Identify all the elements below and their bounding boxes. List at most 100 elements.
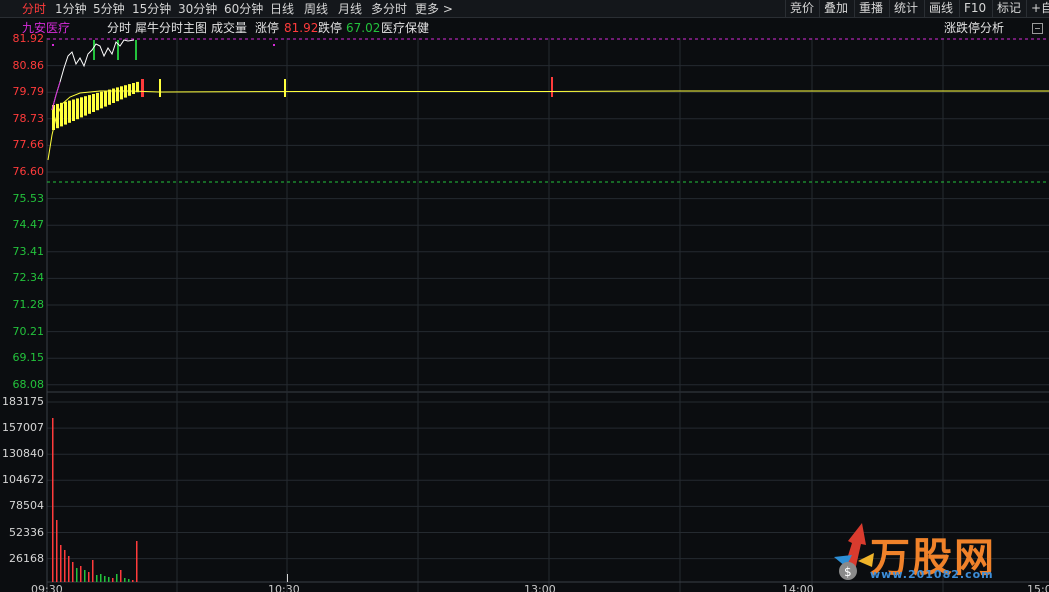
price-lines: [47, 39, 1049, 161]
signal-bar: [116, 87, 119, 102]
volume-bar: [124, 578, 126, 582]
volume-bar: [132, 580, 134, 582]
tab-5min[interactable]: 5分钟: [93, 1, 125, 17]
tab-more[interactable]: 更多 >: [415, 1, 453, 17]
volume-bar: [68, 556, 70, 582]
watermark-url: www.201082.com: [870, 568, 994, 581]
limit-down-label: 跌停: [318, 21, 343, 35]
signal-bar: [72, 99, 75, 121]
signal-bar: [84, 96, 87, 116]
tab-intraday[interactable]: 分时: [22, 1, 46, 17]
signal-bar: [135, 40, 137, 60]
price-tick: 72.34: [12, 271, 45, 285]
volume-bar: [136, 541, 138, 582]
volume-bar: [88, 572, 90, 582]
volume-bar: [92, 560, 94, 582]
signal-bar: [159, 79, 161, 97]
limit-marker: [52, 44, 54, 46]
mode-label: 分时: [107, 21, 132, 35]
signal-bar: [64, 101, 67, 125]
sector-label[interactable]: 医疗保健: [381, 19, 429, 37]
volume-bar: [96, 575, 98, 582]
signal-bar: [104, 90, 107, 107]
limit-up-value: 81.92: [284, 21, 319, 35]
price-tick: 81.92: [12, 32, 45, 45]
tab-15min[interactable]: 15分钟: [132, 1, 171, 17]
volume-bar: [76, 568, 78, 582]
price-tick: 78.73: [12, 111, 45, 125]
volume-tick: 157007: [2, 421, 44, 435]
signal-bar: [80, 97, 83, 118]
add-watchlist-button[interactable]: +自: [1026, 0, 1049, 17]
time-tick: 14:00: [782, 583, 814, 592]
price-tick: 71.28: [12, 298, 45, 311]
volume-bar: [100, 574, 102, 582]
volume-bars: [52, 418, 288, 582]
draw-button[interactable]: 画线: [924, 0, 957, 17]
time-tick: 09:30: [31, 583, 63, 592]
volume-bar: [108, 577, 110, 582]
indicator-label[interactable]: 犀牛分时主图: [135, 19, 207, 37]
tab-30min[interactable]: 30分钟: [178, 1, 217, 17]
tab-multi-intraday[interactable]: 多分时: [371, 1, 407, 17]
price-tick: 68.08: [12, 377, 45, 391]
tab-weekly[interactable]: 周线: [304, 1, 328, 17]
volume-tick: 26168: [9, 551, 44, 565]
signal-bar: [88, 95, 91, 114]
replay-button[interactable]: 重播: [854, 0, 887, 17]
volume-tick: 183175: [2, 395, 44, 408]
stats-button[interactable]: 统计: [889, 0, 922, 17]
tab-1min[interactable]: 1分钟: [55, 1, 87, 17]
signal-bar: [68, 100, 71, 123]
signal-bar: [52, 105, 55, 130]
f10-button[interactable]: F10: [959, 0, 990, 17]
tab-60min[interactable]: 60分钟: [224, 1, 263, 17]
signal-bar: [117, 40, 119, 60]
time-tick: 13:00: [524, 583, 556, 592]
price-tick: 77.66: [12, 138, 45, 152]
mark-button[interactable]: 标记: [992, 0, 1025, 17]
volume-bar: [56, 520, 58, 582]
signal-bar: [108, 89, 111, 105]
price-tick: 80.86: [12, 58, 45, 72]
price-tick: 76.60: [12, 165, 45, 178]
signal-bar: [132, 83, 135, 94]
limit-analysis-label[interactable]: 涨跌停分析: [944, 19, 1004, 37]
limit-down-value: 67.02: [346, 21, 381, 35]
signal-bar: [120, 86, 123, 100]
volume-bar: [84, 570, 86, 582]
price-line: [51, 39, 135, 111]
svg-text:$: $: [844, 565, 852, 579]
signal-bar: [551, 77, 553, 97]
collapse-icon[interactable]: [1032, 23, 1043, 34]
price-tick: 75.53: [12, 191, 45, 205]
volume-bar: [52, 418, 54, 582]
signal-bar: [93, 40, 95, 60]
price-tick: 69.15: [12, 351, 45, 365]
volume-bar: [104, 576, 106, 582]
signal-bar: [112, 88, 115, 103]
volume-tick: 130840: [2, 447, 44, 461]
signal-bar: [128, 84, 131, 96]
volume-bar: [287, 574, 288, 582]
tab-daily[interactable]: 日线: [270, 1, 294, 17]
volume-label[interactable]: 成交量: [211, 19, 247, 37]
overlay-button[interactable]: 叠加: [819, 0, 852, 17]
price-tick: 73.41: [12, 244, 45, 258]
auction-button[interactable]: 竞价: [785, 0, 818, 17]
signal-bar: [284, 79, 286, 97]
limit-lines: [47, 38, 1049, 183]
volume-bar: [120, 570, 122, 582]
intraday-chart[interactable]: [0, 0, 1049, 592]
volume-bar: [128, 579, 130, 582]
volume-bar: [64, 550, 66, 582]
limit-up-label: 涨停: [255, 21, 280, 35]
period-toolbar: 分时 1分钟 5分钟 15分钟 30分钟 60分钟 日线 周线 月线 多分时 更…: [0, 0, 1049, 18]
time-tick: 10:30: [268, 583, 300, 592]
volume-bar: [116, 574, 118, 582]
price-tick: 74.47: [12, 218, 45, 232]
volume-bar: [112, 578, 114, 582]
tab-monthly[interactable]: 月线: [338, 1, 362, 17]
volume-tick: 104672: [2, 473, 44, 487]
time-tick: 15:00: [1027, 583, 1049, 592]
